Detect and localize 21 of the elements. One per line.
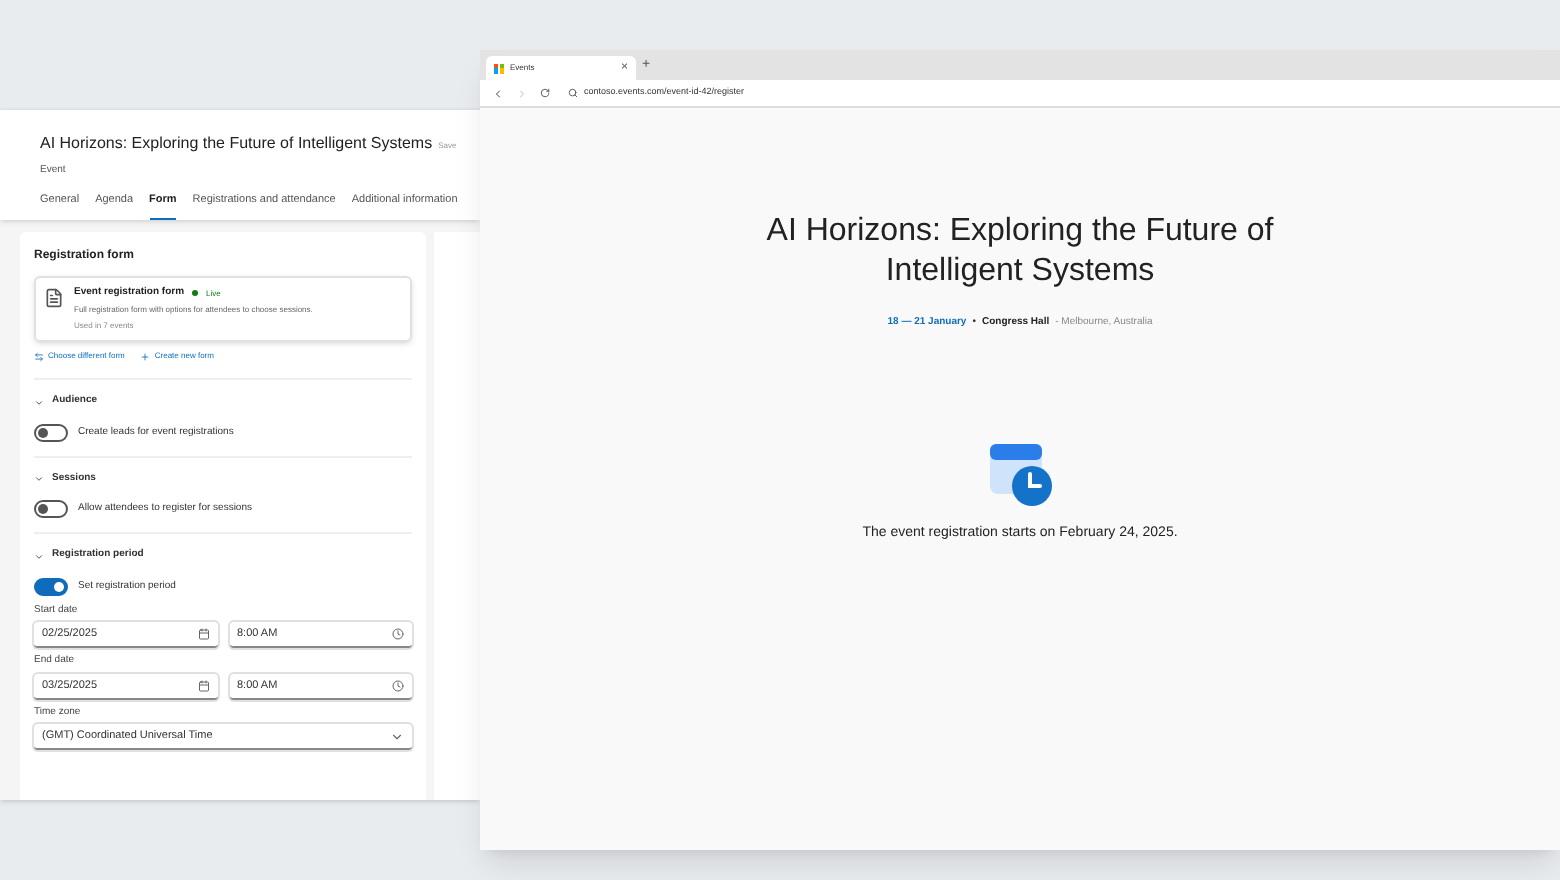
chevron-down-icon: [34, 474, 44, 484]
page-title: AI Horizons: Exploring the Future of Intelligent Systems: [764, 212, 1276, 292]
chevron-down-icon: [34, 551, 44, 561]
swap-icon: [34, 351, 44, 362]
site-logo-icon: [494, 63, 504, 73]
chevron-down-icon: [390, 729, 404, 744]
calendar-icon: [197, 679, 209, 692]
toggle-switch[interactable]: [34, 500, 68, 519]
toggle-switch[interactable]: [34, 423, 68, 442]
toggle-switch[interactable]: [34, 577, 68, 596]
calendar-icon: [197, 628, 209, 641]
clock-icon: [392, 628, 404, 641]
plus-icon: [140, 351, 151, 362]
event-title: AI Horizons: Exploring the Future of Intelligent Systems: [40, 132, 433, 156]
form-icon: [44, 287, 64, 308]
chevron-down-icon: [34, 397, 44, 407]
calendar-clock-icon: [987, 441, 1053, 507]
clock-icon: [392, 679, 404, 692]
back-icon[interactable]: [492, 87, 504, 99]
refresh-icon[interactable]: [540, 88, 550, 98]
search-icon: [568, 88, 578, 98]
